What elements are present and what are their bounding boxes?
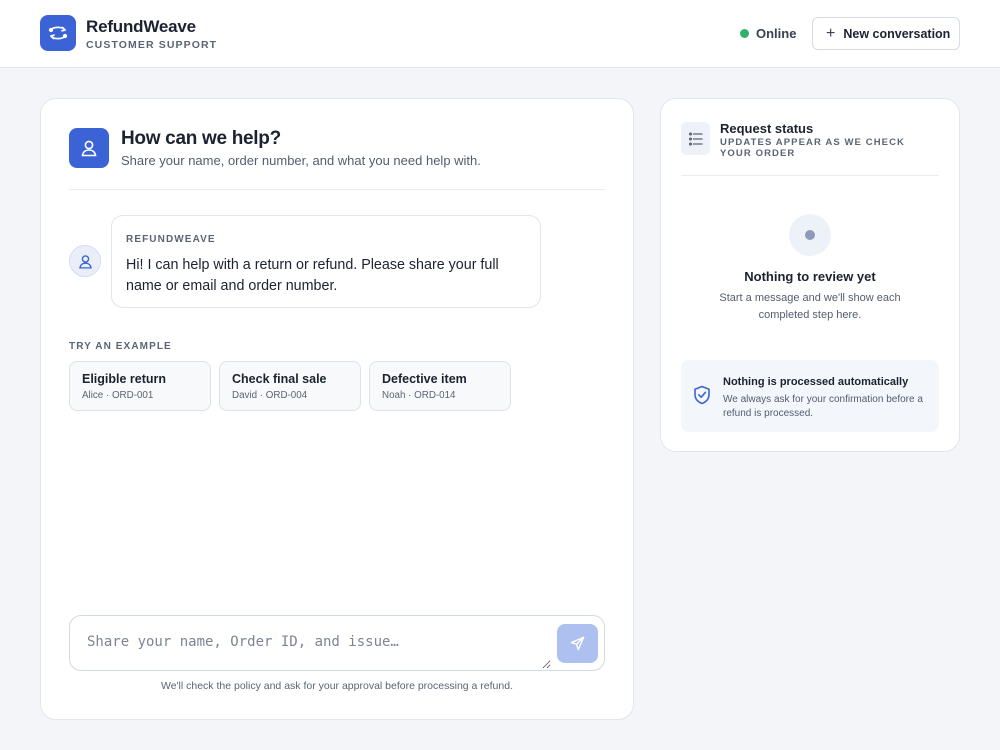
status-icon-box: [681, 122, 710, 155]
plus-icon: +: [826, 24, 836, 42]
refund-cycle-icon: [48, 26, 68, 40]
help-avatar: [69, 128, 109, 168]
top-bar: RefundWeave CUSTOMER SUPPORT Online + Ne…: [0, 0, 1000, 68]
message-sender: REFUNDWEAVE: [126, 234, 216, 245]
example-title: Check final sale: [232, 372, 327, 386]
example-title: Eligible return: [82, 372, 167, 386]
empty-state-icon: [789, 214, 831, 256]
example-check-final-sale[interactable]: Check final sale David · ORD-004: [219, 361, 361, 411]
request-status-panel: Request status UPDATES APPEAR AS WE CHEC…: [660, 98, 960, 452]
example-meta: Alice · ORD-001: [82, 390, 154, 401]
chat-subtitle: Share your name, order number, and what …: [121, 153, 481, 168]
divider: [681, 175, 939, 176]
user-icon: [78, 254, 92, 269]
message-text: Hi! I can help with a return or refund. …: [126, 257, 499, 294]
new-conversation-label: New conversation: [843, 26, 951, 41]
online-status-label: Online: [756, 26, 797, 41]
new-conversation-button[interactable]: + New conversation: [812, 17, 960, 50]
online-status-dot: [740, 29, 749, 38]
send-icon: [570, 636, 585, 651]
confirmation-notice: Nothing is processed automatically We al…: [681, 360, 939, 432]
chat-panel: How can we help? Share your name, order …: [40, 98, 634, 720]
message-input[interactable]: [71, 617, 551, 669]
example-eligible-return[interactable]: Eligible return Alice · ORD-001: [69, 361, 211, 411]
brand-logo: [40, 15, 76, 51]
notice-text: We always ask for your confirmation befo…: [723, 394, 923, 419]
checklist-icon: [688, 131, 703, 146]
message-composer: [69, 615, 605, 671]
shield-check-icon: [694, 385, 710, 405]
status-panel-title: Request status: [720, 121, 814, 136]
examples-heading: TRY AN EXAMPLE: [69, 341, 172, 352]
status-panel-subtitle: UPDATES APPEAR AS WE CHECK YOUR ORDER: [720, 137, 906, 159]
example-defective-item[interactable]: Defective item Noah · ORD-014: [369, 361, 511, 411]
brand-name: RefundWeave: [86, 17, 196, 36]
divider: [69, 189, 605, 190]
example-meta: Noah · ORD-014: [382, 390, 456, 401]
example-title: Defective item: [382, 372, 467, 386]
bot-avatar: [69, 245, 101, 277]
chat-title: How can we help?: [121, 128, 281, 149]
composer-footnote: We'll check the policy and ask for your …: [160, 680, 513, 692]
empty-dot-icon: [805, 230, 815, 240]
user-icon: [81, 140, 97, 157]
empty-state-text: Start a message and we'll show each comp…: [719, 292, 901, 321]
notice-title: Nothing is processed automatically: [723, 376, 909, 388]
brand-subtitle: CUSTOMER SUPPORT: [86, 39, 218, 51]
example-meta: David · ORD-004: [232, 390, 308, 401]
empty-state-title: Nothing to review yet: [744, 269, 876, 284]
send-button[interactable]: [557, 624, 598, 663]
bot-message: REFUNDWEAVE Hi! I can help with a return…: [111, 215, 541, 308]
